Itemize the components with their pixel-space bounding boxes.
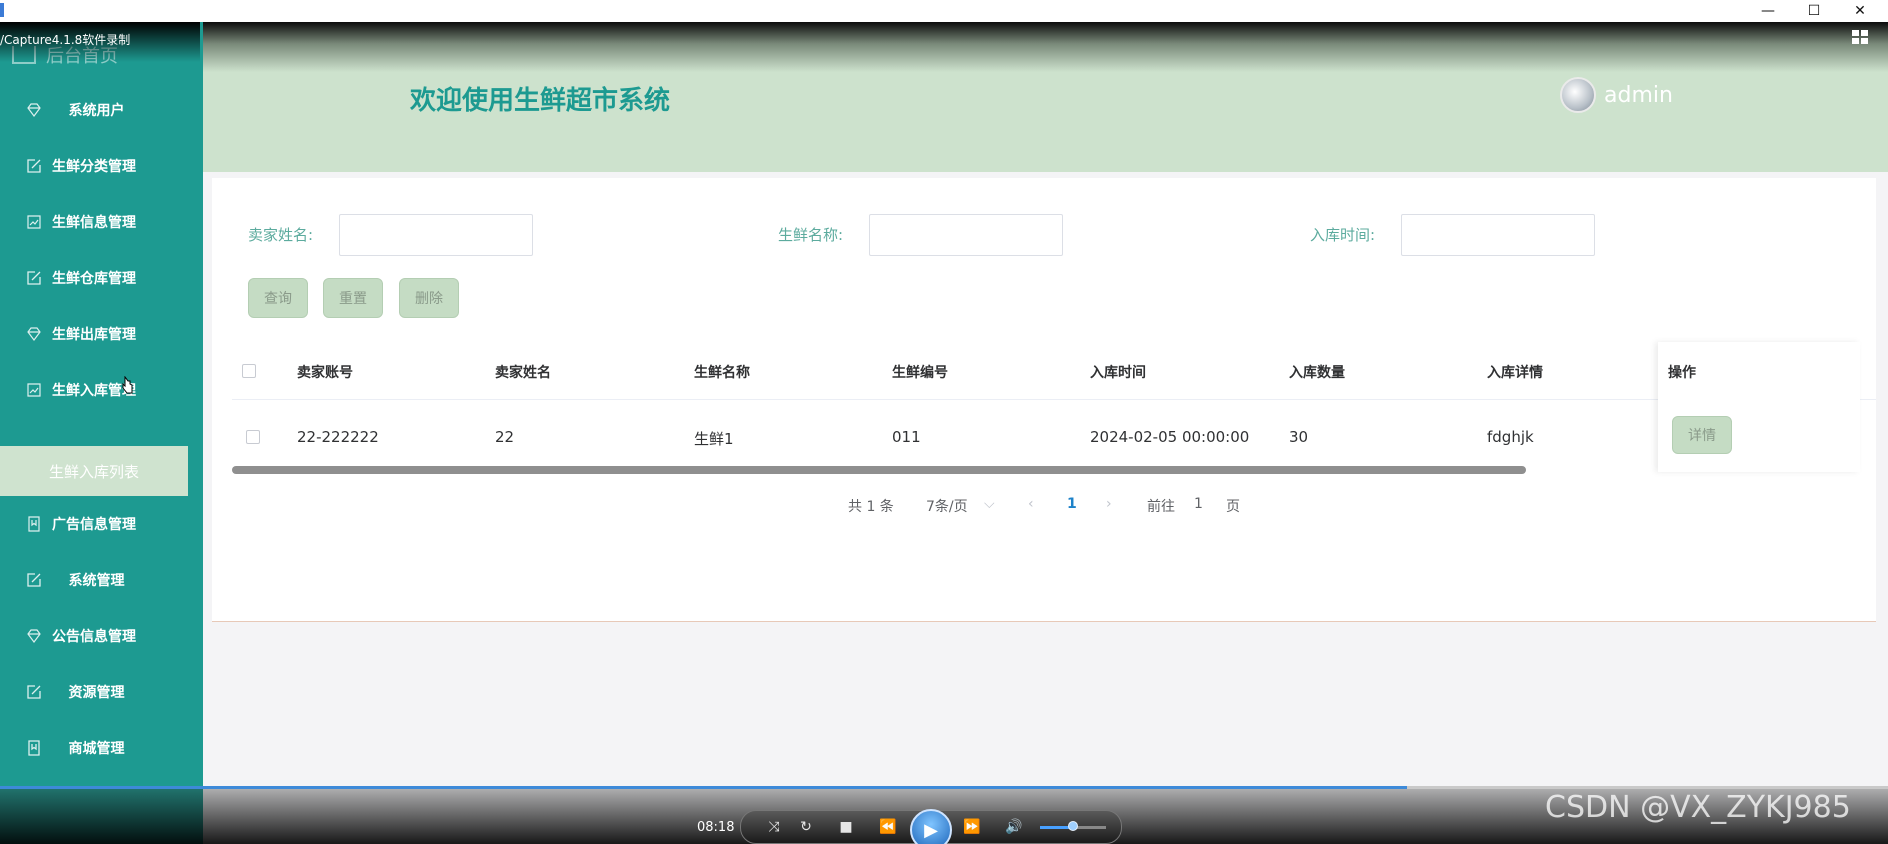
close-button[interactable]: ✕ [1838, 0, 1882, 22]
column-header: 操作 [1668, 365, 1696, 381]
avatar [1560, 77, 1596, 113]
sidebar-item-system[interactable]: 系统管理 [0, 560, 203, 600]
sidebar-item-mall[interactable]: 商城管理 [0, 728, 203, 768]
sidebar-item-label: 生鲜信息管理 [52, 215, 136, 231]
sidebar-item-label: 生鲜分类管理 [52, 159, 136, 175]
stop-icon[interactable]: ■ [836, 817, 856, 837]
volume-knob[interactable] [1068, 821, 1078, 831]
recorder-label: /Capture4.1.8软件录制 [0, 22, 200, 62]
column-header[interactable]: 卖家姓名 [495, 362, 551, 382]
chart-icon [26, 382, 42, 398]
edit-icon [26, 270, 42, 286]
play-button[interactable]: ▶ [910, 809, 952, 844]
sidebar-item-notice[interactable]: 公告信息管理 [0, 616, 203, 656]
sidebar-item-label: 广告信息管理 [52, 517, 136, 533]
sidebar-item-category[interactable]: 生鲜分类管理 [0, 146, 203, 186]
play-icon: ▶ [924, 819, 938, 841]
sidebar-item-ads[interactable]: 广告信息管理 [0, 504, 203, 544]
cell-quantity: 30 [1289, 428, 1309, 446]
window-titlebar: — ☐ ✕ [0, 0, 1888, 22]
diamond-icon [26, 326, 42, 342]
sidebar-item-system-users[interactable]: 系统用户 [0, 90, 203, 130]
seller-name-label: 卖家姓名: [248, 226, 314, 244]
table-row[interactable]: 22-222222 22 生鲜1 011 2024-02-05 00:00:00… [232, 400, 1876, 472]
reset-button[interactable]: 重置 [323, 278, 383, 318]
volume-icon[interactable]: 🔊 [1004, 817, 1024, 837]
column-header[interactable]: 卖家账号 [297, 362, 353, 382]
sidebar-item-warehouse[interactable]: 生鲜仓库管理 [0, 258, 203, 298]
goto-prefix: 前往 [1147, 499, 1175, 515]
stock-in-time-label: 入库时间: [1310, 226, 1376, 244]
delete-button[interactable]: 删除 [399, 278, 459, 318]
diamond-icon [26, 628, 42, 644]
sidebar-item-label: 系统管理 [68, 573, 125, 589]
watermark: CSDN @VX_ZYKJ985 [1545, 790, 1851, 825]
product-name-input[interactable] [869, 214, 1063, 256]
sidebar-item-stock-out[interactable]: 生鲜出库管理 [0, 314, 203, 354]
shuffle-icon[interactable]: ⤨ [764, 817, 784, 837]
top-header: 欢迎使用生鲜超市系统 admin [203, 22, 1888, 172]
sidebar-item-resources[interactable]: 资源管理 [0, 672, 203, 712]
select-all-checkbox[interactable] [242, 364, 256, 378]
cell-details: fdghjk [1487, 428, 1534, 446]
page-size-select[interactable]: 7条/页 [926, 496, 968, 516]
column-header[interactable]: 入库详情 [1487, 362, 1543, 382]
content-panel: 卖家姓名: 生鲜名称: 入库时间: 查询 重置 删除 卖家账号 卖家姓名 生鲜名… [212, 178, 1876, 622]
mouse-cursor-icon [122, 376, 133, 394]
cell-product-name: 生鲜1 [694, 430, 734, 448]
column-header[interactable]: 生鲜编号 [892, 362, 948, 382]
page-title: 欢迎使用生鲜超市系统 [410, 86, 671, 116]
column-header[interactable]: 入库数量 [1289, 362, 1345, 382]
maximize-button[interactable]: ☐ [1792, 0, 1836, 22]
grid-icon[interactable] [1852, 30, 1870, 44]
username: admin [1604, 82, 1673, 108]
edit-icon [26, 158, 42, 174]
cell-seller-account: 22-222222 [297, 428, 379, 446]
pagination-total: 共 1 条 [848, 499, 894, 515]
horizontal-scrollbar[interactable] [232, 466, 1526, 474]
cell-stock-in-time: 2024-02-05 00:00:00 [1090, 428, 1250, 446]
cell-product-code: 011 [892, 428, 921, 446]
table-header: 卖家账号 卖家姓名 生鲜名称 生鲜编号 入库时间 入库数量 入库详情 [232, 342, 1876, 400]
sidebar: 后台首页 系统用户 生鲜分类管理 生鲜信息管理 生鲜仓库管理 生鲜出库管理 生鲜… [0, 22, 203, 844]
detail-button[interactable]: 详情 [1672, 416, 1732, 454]
chevron-down-icon[interactable]: ⌵ [984, 496, 995, 512]
sidebar-item-label: 商城管理 [68, 741, 125, 757]
seller-name-input[interactable] [339, 214, 533, 256]
fast-forward-icon[interactable]: ⏩ [962, 817, 982, 837]
rewind-icon[interactable]: ⏪ [878, 817, 898, 837]
operation-column: 操作 详情 [1658, 342, 1860, 472]
column-header[interactable]: 生鲜名称 [694, 362, 750, 382]
chart-icon [26, 214, 42, 230]
bookmark-icon [26, 516, 42, 532]
product-name-label: 生鲜名称: [778, 226, 844, 244]
goto-page-input[interactable]: 1 [1194, 496, 1203, 512]
cell-seller-name: 22 [495, 428, 515, 446]
sidebar-item-product-info[interactable]: 生鲜信息管理 [0, 202, 203, 242]
column-header[interactable]: 入库时间 [1090, 362, 1146, 382]
prev-page-icon[interactable]: ‹ [1028, 496, 1034, 512]
sidebar-item-label: 公告信息管理 [52, 629, 136, 645]
sidebar-item-label: 生鲜出库管理 [52, 327, 136, 343]
user-menu[interactable]: admin [1560, 77, 1673, 113]
sidebar-item-label: 系统用户 [68, 103, 125, 119]
row-checkbox[interactable] [246, 430, 260, 444]
next-page-icon[interactable]: › [1106, 496, 1112, 512]
minimize-button[interactable]: — [1746, 0, 1790, 22]
sidebar-item-label: 资源管理 [68, 685, 125, 701]
query-button[interactable]: 查询 [248, 278, 308, 318]
stock-in-time-input[interactable] [1401, 214, 1595, 256]
sidebar-item-label: 生鲜仓库管理 [52, 271, 136, 287]
submenu-stock-in-list[interactable]: 生鲜入库列表 [0, 446, 188, 496]
app-icon [0, 3, 4, 17]
video-time: 08:18 [697, 820, 735, 835]
goto-suffix: 页 [1226, 499, 1240, 515]
submenu-label: 生鲜入库列表 [48, 462, 139, 481]
sidebar-item-stock-in[interactable]: 生鲜入库管理 [0, 370, 203, 410]
repeat-icon[interactable]: ↻ [796, 817, 816, 837]
current-page[interactable]: 1 [1067, 496, 1077, 512]
